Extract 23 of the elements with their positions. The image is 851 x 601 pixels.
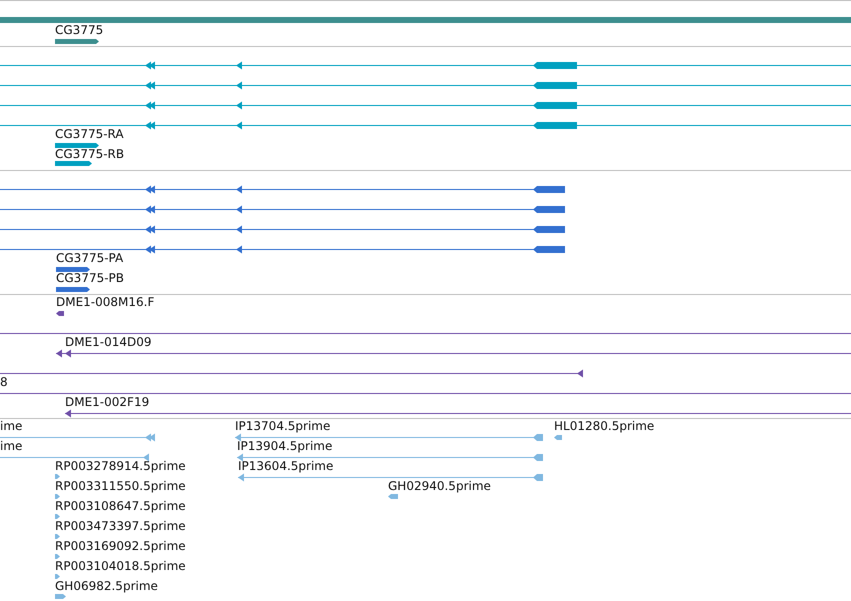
feature-label: RP003278914.5prime <box>55 459 186 473</box>
feature-label: DME1-002F19 <box>65 395 150 409</box>
feature-label: DME1-008M16.F <box>56 295 154 309</box>
feature-label: ime <box>0 439 22 453</box>
feature-label: HL01280.5prime <box>554 419 654 433</box>
feature-label: RP003108647.5prime <box>55 499 186 513</box>
feature-label: ime <box>0 419 22 433</box>
feature-label: GH06982.5prime <box>55 579 158 593</box>
feature-label: IP13904.5prime <box>237 439 332 453</box>
feature-label: 8 <box>0 375 8 389</box>
feature-label: RP003473397.5prime <box>55 519 186 533</box>
feature-label: IP13604.5prime <box>238 459 334 473</box>
feature-label: RP003169092.5prime <box>55 539 186 553</box>
feature-label: DME1-014D09 <box>65 335 152 349</box>
feature-label: CG3775-RA <box>55 127 124 141</box>
feature-label: CG3775 <box>55 23 104 37</box>
feature-label: GH02940.5prime <box>388 479 491 493</box>
feature-label: IP13704.5prime <box>235 419 330 433</box>
feature-label: RP003311550.5prime <box>55 479 186 493</box>
feature-label: RP003104018.5prime <box>55 559 186 573</box>
feature-label: CG3775-PB <box>56 271 124 285</box>
feature-label: CG3775-RB <box>55 147 124 161</box>
feature-label: CG3775-PA <box>56 251 124 265</box>
